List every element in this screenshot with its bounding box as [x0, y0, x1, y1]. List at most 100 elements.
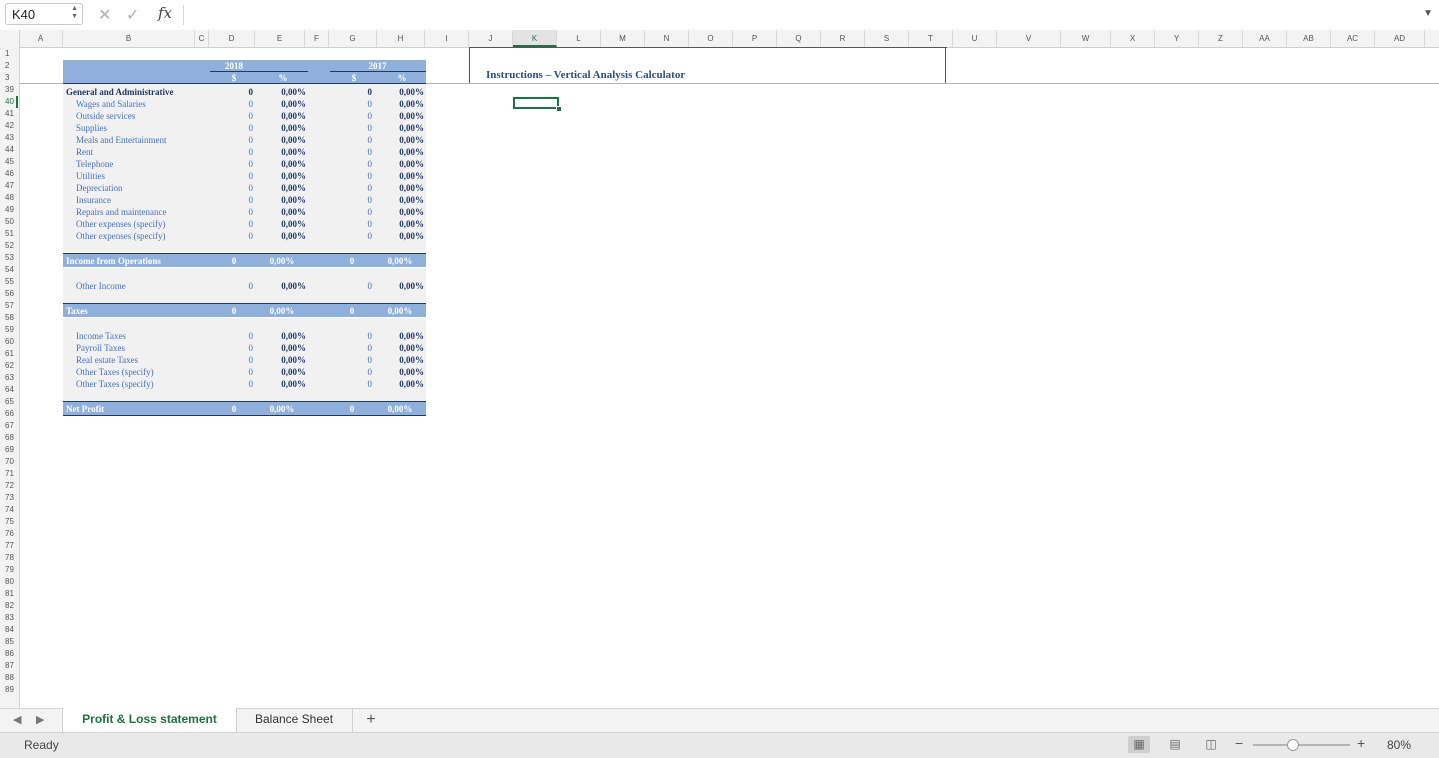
row-header-64[interactable]: 64 — [0, 384, 18, 396]
row-header-76[interactable]: 76 — [0, 528, 18, 540]
prev-sheet-icon[interactable]: ◀ — [13, 713, 21, 726]
row-header-1[interactable]: 1 — [0, 48, 18, 60]
row-header-88[interactable]: 88 — [0, 672, 18, 684]
tab-profit-loss[interactable]: Profit & Loss statement — [62, 708, 237, 732]
row-header-80[interactable]: 80 — [0, 576, 18, 588]
enter-icon[interactable]: ✓ — [126, 5, 139, 25]
row-header-41[interactable]: 41 — [0, 108, 18, 120]
column-header-X[interactable]: X — [1111, 30, 1155, 47]
cell-h[interactable]: 0,00% — [378, 305, 422, 317]
column-header-T[interactable]: T — [909, 30, 953, 47]
column-header-G[interactable]: G — [329, 30, 377, 47]
cell-d[interactable]: 0 — [210, 110, 254, 122]
column-header-Y[interactable]: Y — [1155, 30, 1199, 47]
cell-d[interactable]: 0 — [210, 280, 254, 292]
column-header-V[interactable]: V — [997, 30, 1061, 47]
cell-h[interactable]: 0,00% — [378, 342, 424, 354]
cell-label[interactable]: Real estate Taxes — [76, 354, 206, 366]
row-header-39[interactable]: 39 — [0, 84, 18, 96]
cell-d[interactable]: 0 — [210, 342, 254, 354]
cell-h[interactable]: 0,00% — [378, 403, 422, 415]
column-header-A[interactable]: A — [19, 30, 63, 47]
row-header-47[interactable]: 47 — [0, 180, 18, 192]
row-header-58[interactable]: 58 — [0, 312, 18, 324]
cell-h[interactable]: 0,00% — [378, 110, 424, 122]
name-box[interactable]: K40 ▲ ▼ — [5, 3, 83, 25]
cell-g[interactable]: 0 — [330, 255, 374, 267]
cell-e[interactable]: 0,00% — [258, 194, 306, 206]
formula-expand-icon[interactable]: ▼ — [1423, 8, 1433, 19]
column-header-AD[interactable]: AD — [1375, 30, 1425, 47]
row-header-43[interactable]: 43 — [0, 132, 18, 144]
cell-e[interactable]: 0,00% — [258, 255, 306, 267]
column-header-H[interactable]: H — [377, 30, 425, 47]
column-header-J[interactable]: J — [469, 30, 513, 47]
cell-d[interactable]: 0 — [210, 158, 254, 170]
cell-g[interactable]: 0 — [330, 366, 373, 378]
row-header-70[interactable]: 70 — [0, 456, 18, 468]
row-header-63[interactable]: 63 — [0, 372, 18, 384]
row-header-54[interactable]: 54 — [0, 264, 18, 276]
cell-h[interactable]: 0,00% — [378, 134, 424, 146]
cell-label[interactable]: Wages and Salaries — [76, 98, 206, 110]
column-header-P[interactable]: P — [733, 30, 777, 47]
cell-d[interactable]: 0 — [210, 403, 258, 415]
row-header-59[interactable]: 59 — [0, 324, 18, 336]
row-header-61[interactable]: 61 — [0, 348, 18, 360]
cell-d[interactable]: 0 — [210, 206, 254, 218]
cell-g[interactable]: 0 — [330, 194, 373, 206]
cell-h[interactable]: 0,00% — [378, 146, 424, 158]
cell-d[interactable]: 0 — [210, 354, 254, 366]
cell-g[interactable]: 0 — [330, 330, 373, 342]
zoom-slider-thumb[interactable] — [1286, 739, 1299, 751]
cell-e[interactable]: 0,00% — [258, 206, 306, 218]
cell-e[interactable]: 0,00% — [258, 134, 306, 146]
normal-view-icon[interactable]: ▦ — [1128, 736, 1150, 753]
selected-cell-K40[interactable] — [513, 97, 559, 109]
row-header-83[interactable]: 83 — [0, 612, 18, 624]
cell-d[interactable]: 0 — [210, 218, 254, 230]
cell-label[interactable]: Rent — [76, 146, 206, 158]
cell-e[interactable]: 0,00% — [258, 146, 306, 158]
cell-h[interactable]: 0,00% — [378, 255, 422, 267]
row-header-57[interactable]: 57 — [0, 300, 18, 312]
cell-h[interactable]: 0,00% — [378, 98, 424, 110]
cell-label[interactable]: Utilities — [76, 170, 206, 182]
ga-total-h[interactable]: 0,00% — [378, 86, 424, 98]
cell-e[interactable]: 0,00% — [258, 230, 306, 242]
cell-h[interactable]: 0,00% — [378, 378, 424, 390]
cell-g[interactable]: 0 — [330, 122, 373, 134]
row-header-87[interactable]: 87 — [0, 660, 18, 672]
column-header-M[interactable]: M — [601, 30, 645, 47]
cell-label[interactable]: Outside services — [76, 110, 206, 122]
column-header-AB[interactable]: AB — [1287, 30, 1331, 47]
zoom-level[interactable]: 80% — [1387, 738, 1411, 752]
column-header-K[interactable]: K — [513, 30, 557, 47]
cell-h[interactable]: 0,00% — [378, 206, 424, 218]
cell-g[interactable]: 0 — [330, 98, 373, 110]
cell-h[interactable]: 0,00% — [378, 366, 424, 378]
next-sheet-icon[interactable]: ▶ — [36, 713, 44, 726]
cell-d[interactable]: 0 — [210, 146, 254, 158]
cell-e[interactable]: 0,00% — [258, 182, 306, 194]
cell-d[interactable]: 0 — [210, 366, 254, 378]
row-header-72[interactable]: 72 — [0, 480, 18, 492]
row-header-89[interactable]: 89 — [0, 684, 18, 696]
cell-g[interactable]: 0 — [330, 170, 373, 182]
cell-h[interactable]: 0,00% — [378, 158, 424, 170]
cell-d[interactable]: 0 — [210, 305, 258, 317]
row-header-42[interactable]: 42 — [0, 120, 18, 132]
row-header-79[interactable]: 79 — [0, 564, 18, 576]
cell-e[interactable]: 0,00% — [258, 158, 306, 170]
cell-label[interactable]: Net Profit — [66, 403, 196, 415]
zoom-out-icon[interactable]: − — [1235, 735, 1243, 751]
row-header-60[interactable]: 60 — [0, 336, 18, 348]
column-header-F[interactable]: F — [305, 30, 329, 47]
row-header-49[interactable]: 49 — [0, 204, 18, 216]
cell-g[interactable]: 0 — [330, 230, 373, 242]
cell-h[interactable]: 0,00% — [378, 354, 424, 366]
row-header-46[interactable]: 46 — [0, 168, 18, 180]
cell-g[interactable]: 0 — [330, 342, 373, 354]
column-header-R[interactable]: R — [821, 30, 865, 47]
cell-g[interactable]: 0 — [330, 206, 373, 218]
